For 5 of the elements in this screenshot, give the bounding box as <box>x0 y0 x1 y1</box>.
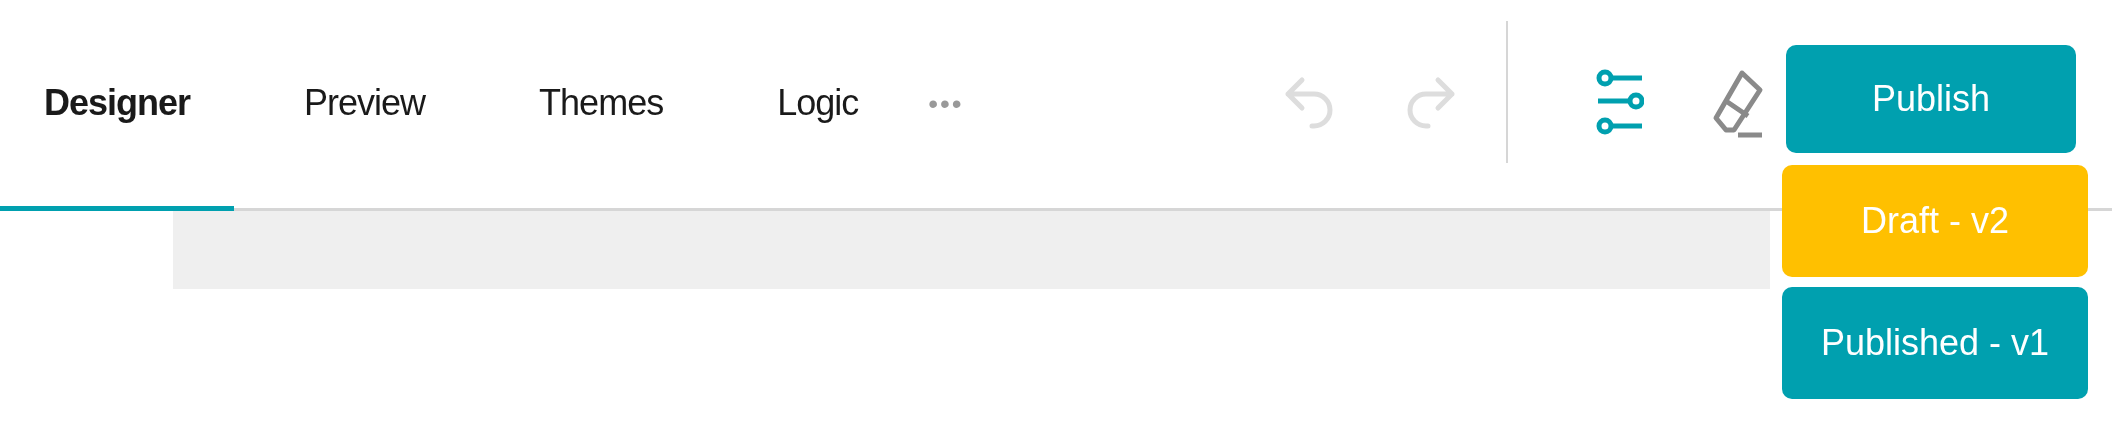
eraser-icon <box>1712 68 1764 140</box>
eraser-button[interactable] <box>1712 68 1764 140</box>
tab[interactable]: Themes <box>495 0 708 211</box>
tab[interactable]: Logic <box>733 0 903 211</box>
tab[interactable]: Preview <box>260 0 470 211</box>
